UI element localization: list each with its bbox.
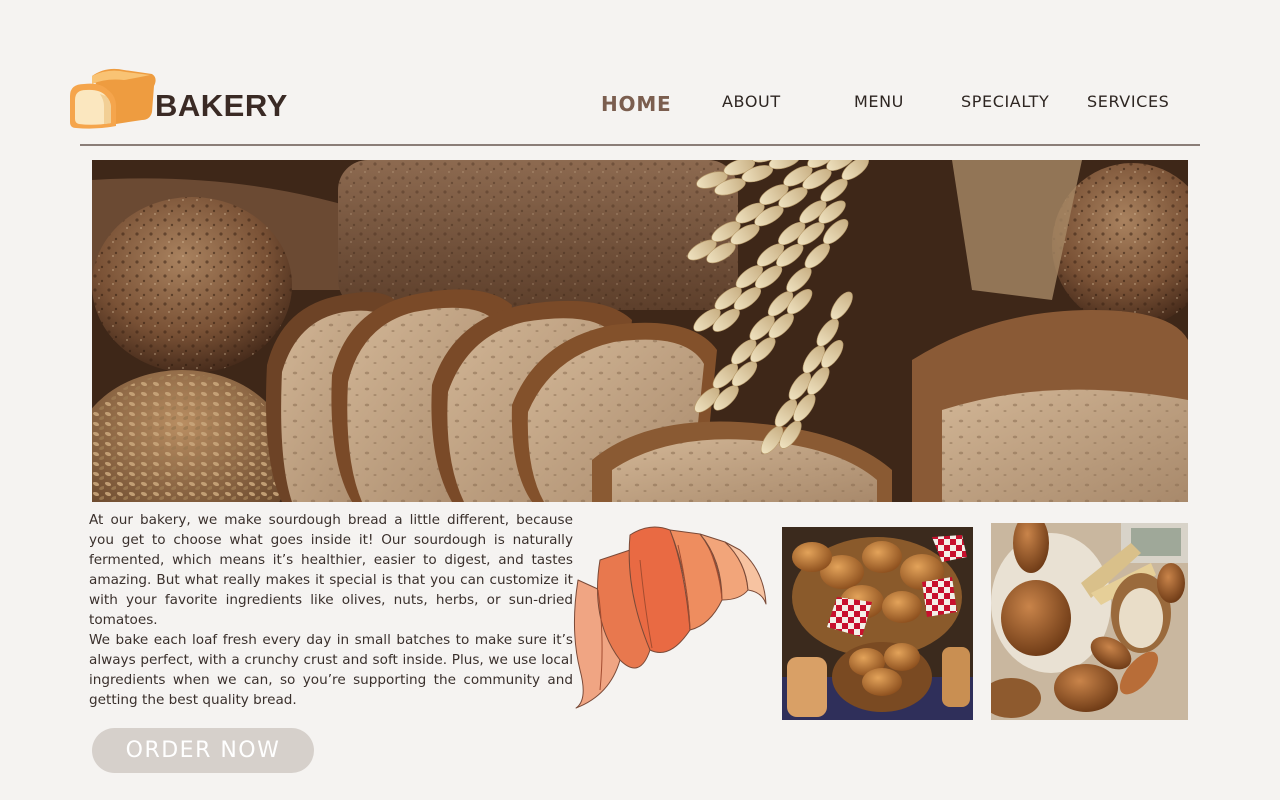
watercolor-croissant (573, 526, 767, 709)
bread-baskets-photo (782, 527, 973, 720)
brand-name[interactable]: BAKERY (155, 88, 288, 124)
nav-about[interactable]: ABOUT (722, 92, 781, 120)
nav-menu[interactable]: MENU (854, 92, 904, 120)
order-now-button[interactable]: ORDER NOW (92, 728, 314, 773)
sourdough-bread-illustration (92, 160, 1188, 502)
nav-specialty[interactable]: SPECIALTY (961, 92, 1049, 120)
about-paragraph-2: We bake each loaf fresh every day in sma… (89, 632, 573, 708)
nav-home[interactable]: HOME (601, 92, 672, 120)
about-paragraph-1: At our bakery, we make sourdough bread a… (89, 512, 573, 628)
header-divider (80, 144, 1200, 146)
nav-services[interactable]: SERVICES (1087, 92, 1169, 120)
hero-image (92, 160, 1188, 502)
bread-loaf-icon[interactable] (66, 66, 156, 132)
bread-basket-table-photo (991, 523, 1188, 720)
about-text: At our bakery, we make sourdough bread a… (89, 510, 573, 710)
